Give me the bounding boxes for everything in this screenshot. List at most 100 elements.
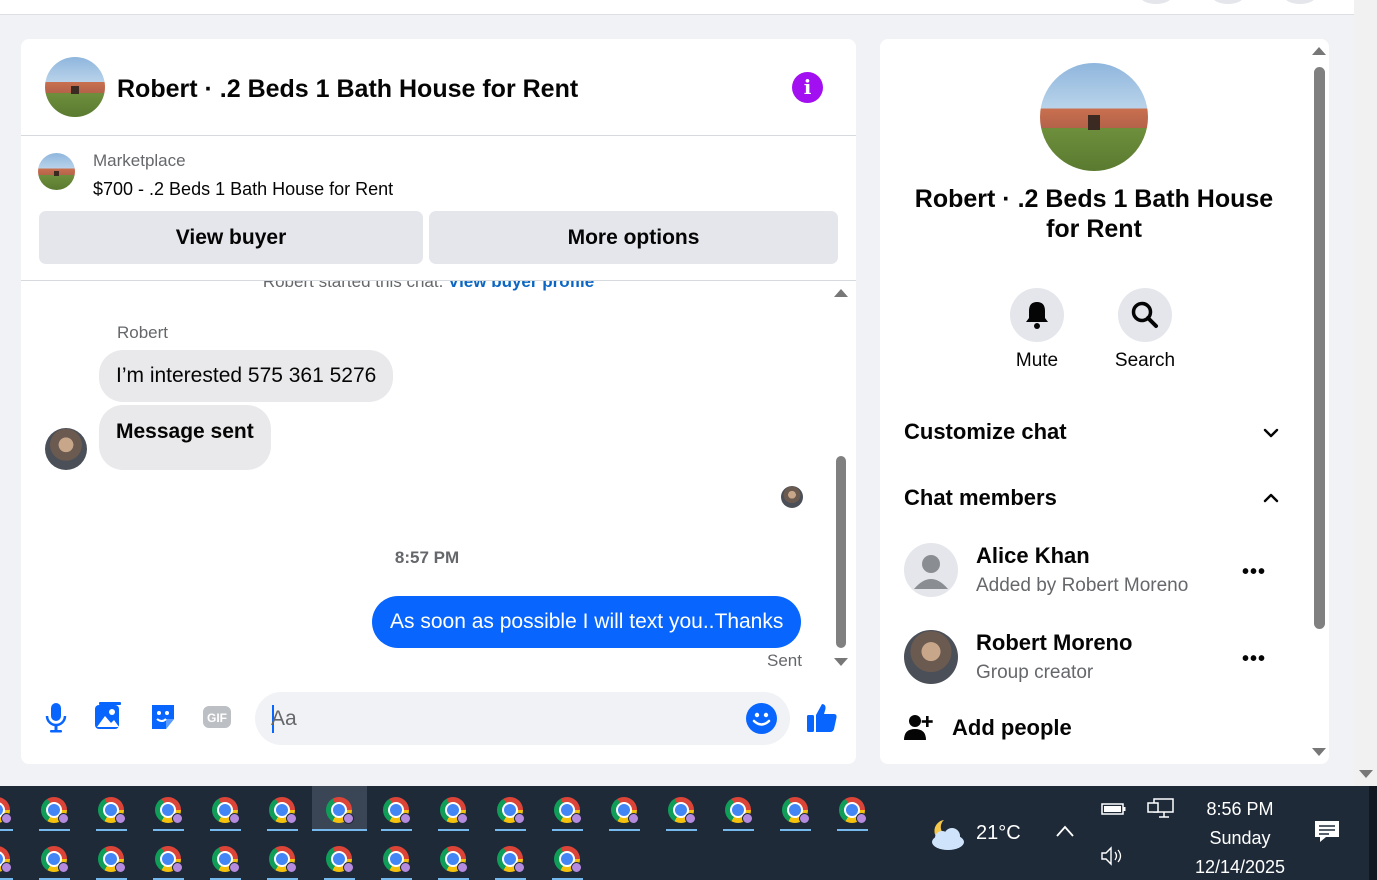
profile-badge-icon bbox=[58, 813, 69, 824]
info-panel-scrollbar[interactable] bbox=[1311, 39, 1329, 764]
taskbar-chrome-button[interactable] bbox=[255, 786, 310, 831]
profile-badge-icon bbox=[343, 813, 354, 824]
member-name[interactable]: Robert Moreno bbox=[976, 630, 1132, 656]
avatar[interactable] bbox=[904, 543, 958, 597]
search-button[interactable]: Search bbox=[1110, 288, 1180, 372]
page-scrollbar[interactable] bbox=[1354, 0, 1377, 786]
profile-badge-icon bbox=[115, 813, 126, 824]
taskbar-chrome-button[interactable] bbox=[483, 786, 538, 831]
running-indicator bbox=[438, 829, 469, 831]
weather-widget[interactable]: 21°C bbox=[926, 814, 1031, 854]
gif-icon[interactable]: GIF bbox=[202, 701, 232, 733]
listing-title[interactable]: $700 - .2 Beds 1 Bath House for Rent bbox=[93, 179, 393, 200]
taskbar-chrome-button[interactable] bbox=[369, 835, 424, 880]
search-icon[interactable] bbox=[1118, 288, 1172, 342]
member-name[interactable]: Alice Khan bbox=[976, 543, 1090, 569]
incoming-message[interactable]: I’m interested 575 361 5276 bbox=[99, 350, 394, 402]
taskbar-chrome-button[interactable] bbox=[711, 786, 766, 831]
scroll-up-arrow[interactable] bbox=[1312, 47, 1326, 55]
taskbar-chrome-button[interactable] bbox=[255, 835, 310, 880]
chat-header: Robert · .2 Beds 1 Bath House for Rent i bbox=[21, 39, 856, 136]
sender-name: Robert bbox=[117, 323, 169, 342]
running-indicator bbox=[96, 829, 127, 831]
chrome-icon bbox=[0, 797, 12, 824]
listing-avatar-large[interactable] bbox=[1040, 63, 1148, 171]
show-desktop-edge[interactable] bbox=[1369, 786, 1377, 880]
view-buyer-profile-link[interactable]: View buyer profile bbox=[448, 281, 594, 291]
taskbar-chrome-button[interactable] bbox=[369, 786, 424, 831]
profile-badge-icon bbox=[229, 813, 240, 824]
thumbs-up-icon[interactable] bbox=[805, 701, 839, 735]
taskbar-chrome-button[interactable] bbox=[540, 835, 595, 880]
photo-icon[interactable] bbox=[93, 701, 123, 733]
profile-badge-icon bbox=[1, 862, 12, 873]
chevron-up-icon[interactable] bbox=[1263, 490, 1279, 506]
chat-title[interactable]: Robert · .2 Beds 1 Bath House for Rent bbox=[117, 75, 578, 104]
system-clock[interactable]: 8:56 PM Sunday 12/14/2025 bbox=[1180, 795, 1300, 880]
taskbar-chrome-button[interactable] bbox=[597, 786, 652, 831]
member-row[interactable]: Robert Moreno Group creator ••• bbox=[904, 630, 1294, 686]
taskbar-chrome-button[interactable] bbox=[0, 835, 25, 880]
taskbar-chrome-button[interactable] bbox=[198, 786, 253, 831]
taskbar-chrome-button[interactable] bbox=[654, 786, 709, 831]
message-input[interactable] bbox=[271, 702, 731, 736]
taskbar-chrome-button[interactable] bbox=[27, 835, 82, 880]
taskbar-chrome-button[interactable] bbox=[0, 786, 25, 831]
taskbar-chrome-button[interactable] bbox=[768, 786, 823, 831]
customize-chat-section[interactable]: Customize chat bbox=[904, 419, 1284, 445]
more-options-icon[interactable]: ••• bbox=[1242, 561, 1266, 584]
notification-icon[interactable] bbox=[1314, 820, 1340, 844]
volume-icon[interactable] bbox=[1100, 846, 1126, 871]
info-icon[interactable]: i bbox=[792, 72, 823, 103]
chrome-icon bbox=[839, 797, 867, 824]
listing-avatar[interactable] bbox=[45, 57, 105, 117]
outgoing-message[interactable]: As soon as possible I will text you..Tha… bbox=[372, 596, 802, 648]
profile-badge-icon bbox=[172, 862, 183, 873]
taskbar-chrome-button[interactable] bbox=[312, 786, 367, 831]
profile-badge-icon bbox=[286, 813, 297, 824]
network-icon[interactable] bbox=[1147, 797, 1175, 826]
taskbar-chrome-button[interactable] bbox=[141, 786, 196, 831]
taskbar-chrome-button[interactable] bbox=[84, 786, 139, 831]
bell-icon[interactable] bbox=[1010, 288, 1064, 342]
microphone-icon[interactable] bbox=[41, 701, 71, 733]
avatar[interactable] bbox=[904, 630, 958, 684]
emoji-icon[interactable] bbox=[746, 703, 777, 734]
taskbar-chrome-button[interactable] bbox=[426, 786, 481, 831]
profile-badge-icon bbox=[1, 813, 12, 824]
chrome-icon bbox=[41, 797, 69, 824]
scroll-up-arrow[interactable] bbox=[834, 289, 848, 297]
mute-button[interactable]: Mute bbox=[1002, 288, 1072, 372]
scroll-thumb[interactable] bbox=[1314, 67, 1325, 629]
taskbar-chrome-button[interactable] bbox=[84, 835, 139, 880]
taskbar-chrome-button[interactable] bbox=[825, 786, 880, 831]
battery-icon[interactable] bbox=[1101, 801, 1127, 822]
listing-thumbnail[interactable] bbox=[38, 153, 75, 190]
chrome-icon bbox=[383, 797, 411, 824]
chevron-down-icon[interactable] bbox=[1263, 425, 1279, 441]
seen-by-avatar bbox=[781, 486, 803, 508]
taskbar-chrome-button[interactable] bbox=[312, 835, 367, 880]
incoming-message[interactable]: Message sent bbox=[99, 405, 271, 470]
scroll-down-arrow[interactable] bbox=[1312, 748, 1326, 756]
chat-members-section[interactable]: Chat members bbox=[904, 485, 1284, 511]
sticker-icon[interactable] bbox=[148, 701, 178, 733]
taskbar-chrome-button[interactable] bbox=[426, 835, 481, 880]
message-scrollbar[interactable] bbox=[833, 281, 849, 673]
view-buyer-button[interactable]: View buyer bbox=[39, 211, 423, 264]
scroll-down-arrow[interactable] bbox=[1359, 770, 1373, 778]
more-options-icon[interactable]: ••• bbox=[1242, 648, 1266, 671]
sender-avatar[interactable] bbox=[45, 428, 87, 470]
scroll-thumb[interactable] bbox=[836, 456, 846, 648]
member-row[interactable]: Alice Khan Added by Robert Moreno ••• bbox=[904, 543, 1294, 599]
message-input-box[interactable] bbox=[255, 692, 790, 745]
taskbar-chrome-button[interactable] bbox=[198, 835, 253, 880]
more-options-button[interactable]: More options bbox=[429, 211, 838, 264]
chevron-up-icon[interactable] bbox=[1055, 822, 1075, 843]
taskbar-chrome-button[interactable] bbox=[141, 835, 196, 880]
taskbar-chrome-button[interactable] bbox=[483, 835, 538, 880]
taskbar-chrome-button[interactable] bbox=[27, 786, 82, 831]
scroll-down-arrow[interactable] bbox=[834, 658, 848, 666]
add-people-button[interactable]: Add people bbox=[904, 712, 1204, 748]
taskbar-chrome-button[interactable] bbox=[540, 786, 595, 831]
